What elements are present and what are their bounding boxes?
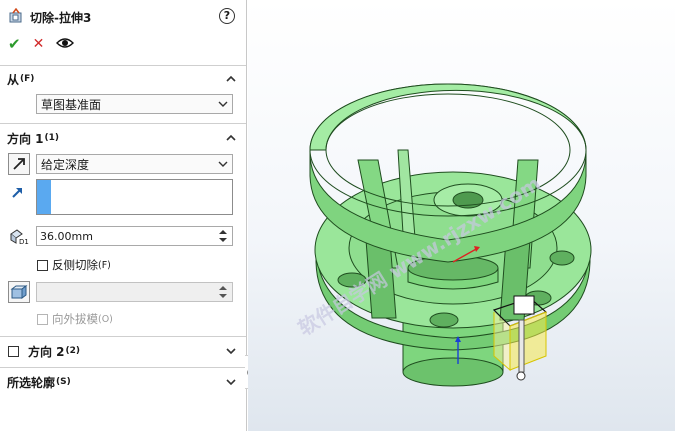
checkbox-box: [37, 313, 48, 325]
eye-icon[interactable]: [56, 37, 75, 52]
check-icon[interactable]: ✔: [8, 35, 21, 53]
draft-icon: [10, 285, 28, 299]
feature-title: 切除-拉伸3: [30, 10, 92, 25]
action-row: ✔ ✕: [8, 35, 75, 53]
chevron-up-icon[interactable]: [225, 132, 237, 144]
property-manager: 切除-拉伸3 ? ✔ ✕ 从 (F) 草图基准面 方向 1 (1) 给定深度 D…: [0, 0, 247, 431]
draft-angle-input: [36, 282, 233, 302]
spin-arrows-icon: [219, 286, 227, 298]
flip-side-cut-label: 反侧切除: [52, 258, 98, 272]
help-icon[interactable]: ?: [219, 8, 235, 24]
chevron-down-icon: [218, 101, 228, 107]
from-dropdown-value: 草图基准面: [41, 97, 102, 112]
from-dropdown[interactable]: 草图基准面: [36, 94, 233, 114]
close-icon[interactable]: ✕: [33, 36, 45, 52]
chevron-up-icon[interactable]: [225, 73, 237, 85]
direction1-section-header[interactable]: 方向 1 (1): [7, 129, 59, 147]
chevron-down-icon[interactable]: [225, 345, 237, 357]
chevron-down-icon: [218, 161, 228, 167]
spin-arrows-icon[interactable]: [216, 228, 230, 244]
direction2-section-header[interactable]: 方向 2 (2): [7, 342, 80, 360]
depth-icon: D1: [8, 226, 32, 249]
draft-outward-checkbox: 向外拔模 (O): [37, 311, 113, 327]
end-condition-value: 给定深度: [41, 157, 90, 172]
from-section-header[interactable]: 从 (F): [7, 70, 34, 88]
end-condition-dropdown[interactable]: 给定深度: [36, 154, 233, 174]
graphics-viewport[interactable]: 软件自学网 www.rjzxw.com: [248, 0, 675, 431]
draft-outward-label: 向外拔模: [52, 312, 98, 326]
svg-text:D1: D1: [19, 238, 29, 246]
depth-input[interactable]: 36.00mm: [36, 226, 233, 246]
flip-side-cut-checkbox[interactable]: 反侧切除 (F): [37, 257, 111, 273]
direction-selection-box[interactable]: [36, 179, 233, 215]
direction2-checkbox[interactable]: [8, 345, 19, 357]
reverse-direction-button[interactable]: [8, 153, 30, 175]
direction-vector-icon: [10, 184, 26, 203]
selected-contours-section-header[interactable]: 所选轮廓 (S): [7, 373, 71, 391]
selection-active-indicator: [37, 180, 51, 214]
depth-value: 36.00mm: [40, 229, 93, 243]
checkbox-box[interactable]: [37, 259, 48, 271]
draft-toggle-button[interactable]: [8, 281, 30, 303]
reverse-arrow-icon: [13, 158, 25, 170]
feature-title-row: 切除-拉伸3: [8, 7, 92, 27]
cut-extrude-icon: [8, 7, 24, 27]
chevron-down-icon[interactable]: [225, 376, 237, 388]
